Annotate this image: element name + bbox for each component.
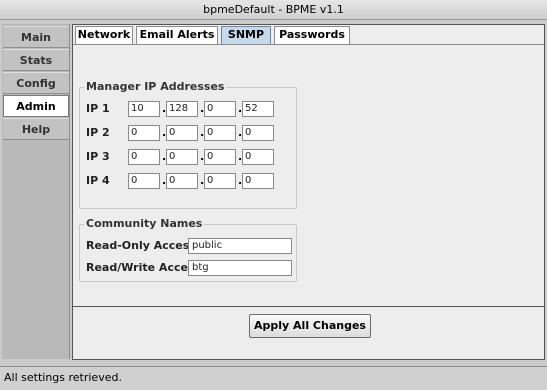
manager-ip-group: Manager IP Addresses IP 1 10 . 128 . 0 .… xyxy=(79,80,297,209)
status-bar: All settings retrieved. xyxy=(0,366,547,390)
sidebar-item-admin[interactable]: Admin xyxy=(3,95,69,117)
ip-2-label: IP 2 xyxy=(86,126,110,139)
tab-bar: Network Email Alerts SNMP Passwords xyxy=(73,25,544,45)
sidebar-item-main[interactable]: Main xyxy=(3,26,69,48)
ip-2-octet-1[interactable]: 0 xyxy=(128,125,160,141)
sidebar-item-stats[interactable]: Stats xyxy=(3,49,69,71)
read-write-field[interactable]: btg xyxy=(188,260,292,276)
read-only-field[interactable]: public xyxy=(188,238,292,254)
read-only-label: Read-Only Access xyxy=(86,239,196,252)
ip-2-octet-4[interactable]: 0 xyxy=(242,125,274,141)
ip-2-octet-2[interactable]: 0 xyxy=(166,125,198,141)
sidebar-item-help[interactable]: Help xyxy=(3,118,69,140)
tab-email-alerts[interactable]: Email Alerts xyxy=(136,26,218,44)
ip-3-label: IP 3 xyxy=(86,150,110,163)
ip-4-octet-1[interactable]: 0 xyxy=(128,173,160,189)
ip-1-octet-3[interactable]: 0 xyxy=(204,101,236,117)
read-write-label: Read/Write Access xyxy=(86,261,202,274)
ip-4-octet-3[interactable]: 0 xyxy=(204,173,236,189)
ip-3-octet-4[interactable]: 0 xyxy=(242,149,274,165)
ip-1-label: IP 1 xyxy=(86,102,110,115)
ip-1-octet-2[interactable]: 128 xyxy=(166,101,198,117)
ip-4-octet-4[interactable]: 0 xyxy=(242,173,274,189)
main-panel: Network Email Alerts SNMP Passwords Mana… xyxy=(72,24,545,360)
snmp-panel: Manager IP Addresses IP 1 10 . 128 . 0 .… xyxy=(73,45,544,307)
sidebar: Main Stats Config Admin Help xyxy=(2,24,70,359)
ip-4-label: IP 4 xyxy=(86,174,110,187)
window-title: bpmeDefault - BPME v1.1 xyxy=(0,0,547,20)
ip-3-octet-1[interactable]: 0 xyxy=(128,149,160,165)
community-names-group: Community Names Read-Only Access public … xyxy=(79,217,297,282)
ip-3-octet-2[interactable]: 0 xyxy=(166,149,198,165)
tab-snmp[interactable]: SNMP xyxy=(221,26,271,44)
ip-3-octet-3[interactable]: 0 xyxy=(204,149,236,165)
community-names-title: Community Names xyxy=(84,217,205,230)
ip-1-octet-4[interactable]: 52 xyxy=(242,101,274,117)
ip-1-octet-1[interactable]: 10 xyxy=(128,101,160,117)
apply-all-changes-button[interactable]: Apply All Changes xyxy=(249,314,371,338)
tab-network[interactable]: Network xyxy=(75,26,133,44)
sidebar-item-config[interactable]: Config xyxy=(3,72,69,94)
manager-ip-title: Manager IP Addresses xyxy=(84,80,227,93)
tab-passwords[interactable]: Passwords xyxy=(274,26,350,44)
ip-4-octet-2[interactable]: 0 xyxy=(166,173,198,189)
ip-2-octet-3[interactable]: 0 xyxy=(204,125,236,141)
